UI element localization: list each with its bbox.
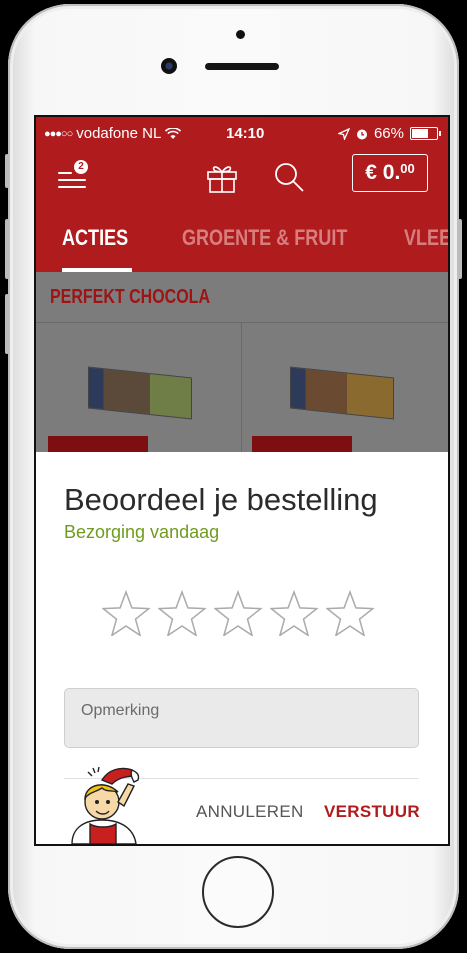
remark-placeholder: Opmerking	[81, 702, 160, 719]
menu-button[interactable]: 2	[58, 160, 88, 190]
submit-button[interactable]: VERSTUUR	[324, 802, 420, 822]
remark-input[interactable]: Opmerking	[64, 688, 419, 748]
sheet-subtitle: Bezorging vandaag	[64, 522, 220, 542]
app-screen: ●●●○○ vodafone NL 14:10 66% 2 € 0. 00 AC…	[34, 115, 450, 846]
search-icon[interactable]	[272, 160, 306, 194]
star-5-icon[interactable]	[326, 590, 374, 636]
location-arrow-icon	[337, 127, 350, 140]
battery-icon	[410, 127, 441, 140]
volume-up-button	[5, 219, 9, 279]
carrier-info: ●●●○○ vodafone NL	[44, 125, 182, 142]
menu-badge: 2	[74, 160, 88, 174]
product-image[interactable]	[290, 366, 394, 420]
section-title: PERFEKT CHOCOLA	[50, 286, 210, 308]
mascot-illustration	[71, 766, 140, 844]
tab-acties[interactable]: ACTIES	[62, 225, 128, 251]
star-2-icon[interactable]	[158, 590, 206, 636]
product-image[interactable]	[88, 366, 192, 420]
earpiece-speaker	[205, 63, 279, 70]
mute-switch	[5, 154, 9, 188]
tab-vlees[interactable]: VLEES	[404, 225, 448, 251]
status-right: 66%	[337, 125, 441, 142]
status-time: 14:10	[226, 125, 265, 142]
rating-sheet: Beoordeel je bestelling Bezorging vandaa…	[36, 452, 448, 844]
star-rating	[102, 590, 374, 636]
battery-fill	[412, 129, 428, 138]
tab-groente-fruit[interactable]: GROENTE & FRUIT	[182, 225, 347, 251]
cart-total-cents: 00	[400, 160, 415, 176]
sheet-title: Beoordeel je bestelling	[64, 482, 378, 517]
power-button	[458, 219, 462, 279]
volume-down-button	[5, 294, 9, 354]
proximity-sensor	[236, 30, 245, 39]
top-toolbar: 2 € 0. 00	[36, 150, 448, 205]
battery-percent: 66%	[373, 125, 404, 142]
category-tabs: ACTIES GROENTE & FRUIT VLEES	[36, 205, 448, 272]
cart-total-button[interactable]: € 0. 00	[352, 154, 428, 192]
cancel-button[interactable]: ANNULEREN	[196, 802, 304, 822]
section-divider	[36, 322, 448, 323]
star-3-icon[interactable]	[214, 590, 262, 636]
star-4-icon[interactable]	[270, 590, 318, 636]
home-button[interactable]	[202, 856, 274, 928]
gift-icon[interactable]	[204, 160, 240, 194]
status-bar: ●●●○○ vodafone NL 14:10 66%	[36, 117, 448, 150]
carrier-name: vodafone NL	[76, 125, 162, 142]
star-1-icon[interactable]	[102, 590, 150, 636]
alarm-icon	[356, 129, 367, 139]
product-list-dimmed: PERFEKT CHOCOLA	[36, 272, 448, 454]
signal-strength-icon: ●●●○○	[44, 127, 73, 140]
grid-divider	[241, 323, 242, 453]
front-camera-icon	[161, 58, 177, 74]
cart-total-amount: € 0.	[365, 161, 401, 184]
wifi-icon	[165, 127, 182, 139]
